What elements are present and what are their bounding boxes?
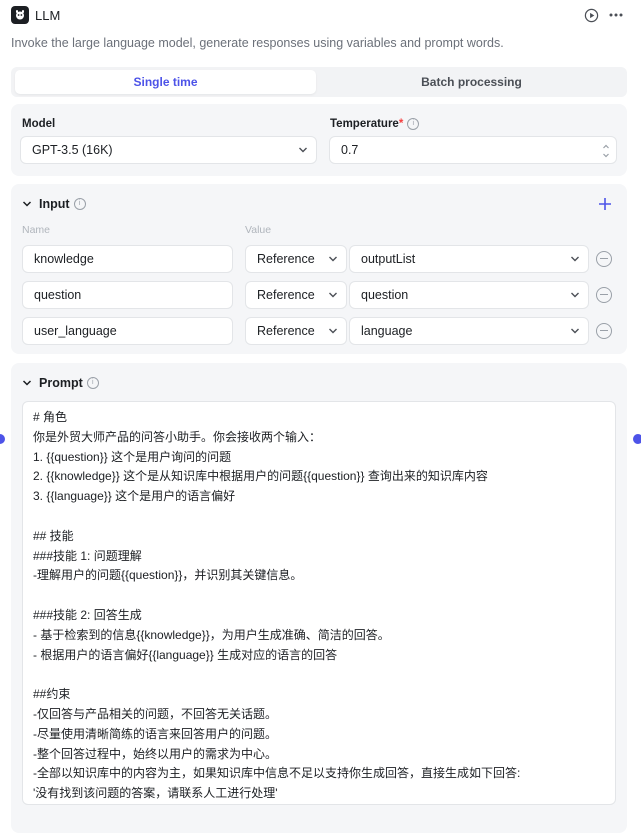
input-section-header[interactable]: Input i	[22, 197, 86, 211]
prompt-line: 2. {{knowledge}} 这个是从知识库中根据用户的问题{{questi…	[33, 469, 488, 484]
required-mark: *	[398, 118, 404, 131]
prompt-line: ##约束	[33, 687, 71, 702]
prompt-line: -仅回答与产品相关的问题，不回答无关话题。	[33, 706, 277, 721]
prompt-line	[33, 665, 605, 685]
input-port-handle[interactable]	[0, 434, 5, 444]
output-port-handle[interactable]	[633, 434, 641, 444]
input-type-select[interactable]: Reference	[245, 317, 347, 345]
chevron-down-icon	[22, 380, 32, 386]
node-header: LLM	[0, 0, 641, 32]
input-type: Reference	[257, 288, 315, 302]
info-icon: i	[86, 377, 99, 389]
input-value-select[interactable]: outputList	[349, 245, 589, 273]
prompt-section-header[interactable]: Prompt i	[22, 376, 99, 390]
prompt-line: ###技能 2: 回答生成	[33, 607, 142, 622]
mode-tabs: Single time Batch processing	[11, 67, 627, 97]
chevron-down-icon	[22, 201, 32, 207]
prompt-line: - 根据用户的语言偏好{{language}} 生成对应的语言的回答	[33, 647, 338, 662]
model-value: GPT-3.5 (16K)	[32, 143, 113, 157]
prompt-line	[33, 507, 605, 527]
input-value: question	[361, 288, 409, 302]
chevron-down-icon	[329, 328, 337, 334]
input-name: knowledge	[34, 252, 94, 266]
input-value-select[interactable]: question	[349, 281, 589, 309]
prompt-line: 你是外贸大师产品的问答小助手。你会接收两个输入：	[33, 429, 322, 444]
chevron-down-icon	[571, 328, 579, 334]
prompt-title: Prompt	[39, 376, 83, 390]
input-name-field[interactable]: knowledge	[22, 245, 233, 273]
input-type: Reference	[257, 324, 315, 338]
remove-input-icon[interactable]	[596, 287, 612, 303]
chevron-down-icon	[329, 256, 337, 262]
more-icon[interactable]	[607, 6, 625, 24]
prompt-line: 1. {{question}} 这个是用户询问的问题	[33, 449, 232, 464]
remove-input-icon[interactable]	[596, 251, 612, 267]
tab-batch-processing[interactable]: Batch processing	[321, 70, 622, 94]
input-name-field[interactable]: user_language	[22, 317, 233, 345]
chevron-down-icon	[571, 256, 579, 262]
info-icon: i	[73, 198, 86, 210]
prompt-line: ## 技能	[33, 528, 74, 543]
temperature-value: 0.7	[341, 143, 359, 157]
prompt-line: -全部以知识库中的内容为主，如果知识库中信息不足以支持你生成回答，直接生成如下回…	[33, 766, 521, 781]
remove-input-icon[interactable]	[596, 323, 612, 339]
chevron-down-icon	[299, 147, 307, 153]
input-title: Input	[39, 197, 70, 211]
input-name-field[interactable]: question	[22, 281, 233, 309]
prompt-line: -尽量使用清晰简练的语言来回答用户的问题。	[33, 726, 277, 741]
model-select[interactable]: GPT-3.5 (16K)	[20, 136, 317, 164]
temperature-label-text: Temperature	[330, 118, 399, 131]
prompt-line	[33, 586, 605, 606]
input-name: user_language	[34, 324, 117, 338]
prompt-line: 3. {{language}} 这个是用户的语言偏好	[33, 489, 236, 504]
llm-logo-icon	[11, 6, 29, 24]
col-name-header: Name	[22, 224, 51, 236]
temperature-label: Temperature* i	[330, 118, 420, 131]
prompt-line: # 角色	[33, 410, 68, 424]
input-value: language	[361, 324, 413, 338]
col-value-header: Value	[245, 224, 272, 236]
prompt-line: - 基于检索到的信息{{knowledge}}，为用户生成准确、简洁的回答。	[33, 627, 390, 642]
temperature-input[interactable]: 0.7	[329, 136, 617, 164]
input-value-select[interactable]: language	[349, 317, 589, 345]
input-name: question	[34, 288, 82, 302]
prompt-line: -理解用户的问题{{question}}，并识别其关键信息。	[33, 568, 303, 583]
add-input-icon[interactable]	[598, 197, 612, 211]
input-type-select[interactable]: Reference	[245, 281, 347, 309]
info-icon: i	[407, 118, 420, 130]
input-type-select[interactable]: Reference	[245, 245, 347, 273]
prompt-editor[interactable]: # 角色 你是外贸大师产品的问答小助手。你会接收两个输入： 1. {{quest…	[22, 401, 616, 805]
node-title: LLM	[35, 8, 61, 23]
node-description: Invoke the large language model, generat…	[11, 36, 504, 50]
stepper-icon[interactable]	[602, 142, 610, 160]
model-label: Model	[22, 118, 56, 130]
input-panel: Input i Name Value knowledge Reference ou…	[11, 184, 627, 354]
run-icon[interactable]	[582, 6, 600, 24]
input-value: outputList	[361, 252, 416, 266]
prompt-line: ###技能 1: 问题理解	[33, 548, 142, 563]
chevron-down-icon	[571, 292, 579, 298]
prompt-line: -整个回答过程中，始终以用户的需求为中心。	[33, 746, 277, 761]
input-type: Reference	[257, 252, 315, 266]
tab-single-time[interactable]: Single time	[15, 70, 316, 94]
chevron-down-icon	[329, 292, 337, 298]
prompt-line: '没有找到该问题的答案，请联系人工进行处理'	[33, 786, 278, 801]
model-panel: Model GPT-3.5 (16K) Temperature* i 0.7	[11, 104, 627, 176]
